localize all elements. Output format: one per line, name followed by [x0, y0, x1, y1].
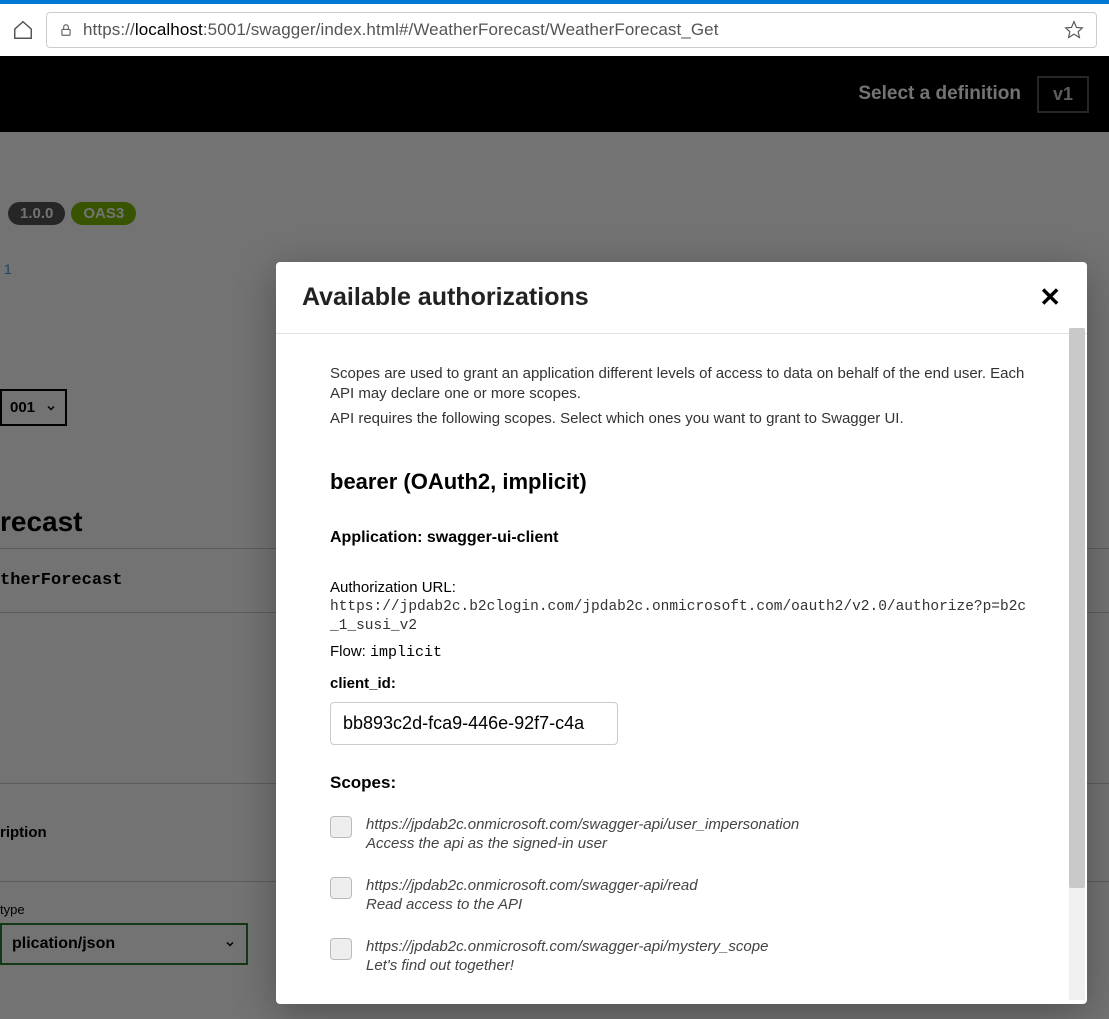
modal-title: Available authorizations	[302, 283, 589, 312]
browser-bar: https://localhost:5001/swagger/index.htm…	[0, 0, 1109, 56]
url-text: https://localhost:5001/swagger/index.htm…	[83, 20, 719, 40]
auth-url-value: https://jpdab2c.b2clogin.com/jpdab2c.onm…	[330, 598, 1033, 637]
home-icon[interactable]	[12, 19, 34, 41]
scope-item: https://jpdab2c.onmicrosoft.com/swagger-…	[330, 815, 1033, 854]
modal-header: Available authorizations ✕	[276, 262, 1087, 334]
application-name: Application: swagger-ui-client	[330, 529, 1033, 547]
url-bar[interactable]: https://localhost:5001/swagger/index.htm…	[46, 12, 1097, 48]
modal-body: Scopes are used to grant an application …	[276, 334, 1087, 1004]
authorizations-modal: Available authorizations ✕ Scopes are us…	[276, 262, 1087, 1004]
scopes-heading: Scopes:	[330, 773, 1033, 793]
scope-checkbox[interactable]	[330, 816, 352, 838]
auth-scheme-name: bearer (OAuth2, implicit)	[330, 469, 1033, 495]
client-id-label: client_id:	[330, 675, 1033, 692]
client-id-input[interactable]	[330, 702, 618, 745]
favorite-icon[interactable]	[1064, 20, 1084, 40]
close-icon[interactable]: ✕	[1039, 282, 1061, 313]
flow-line: Flow: implicit	[330, 643, 1033, 661]
scope-checkbox[interactable]	[330, 938, 352, 960]
scope-text: https://jpdab2c.onmicrosoft.com/swagger-…	[366, 876, 698, 915]
scope-item: https://jpdab2c.onmicrosoft.com/swagger-…	[330, 876, 1033, 915]
scope-text: https://jpdab2c.onmicrosoft.com/swagger-…	[366, 937, 768, 976]
scope-checkbox[interactable]	[330, 877, 352, 899]
intro-text-1: Scopes are used to grant an application …	[330, 364, 1033, 405]
auth-url-label: Authorization URL:	[330, 579, 1033, 596]
intro-text-2: API requires the following scopes. Selec…	[330, 409, 1033, 429]
lock-icon	[59, 23, 73, 37]
scope-item: https://jpdab2c.onmicrosoft.com/swagger-…	[330, 937, 1033, 976]
scope-text: https://jpdab2c.onmicrosoft.com/swagger-…	[366, 815, 799, 854]
